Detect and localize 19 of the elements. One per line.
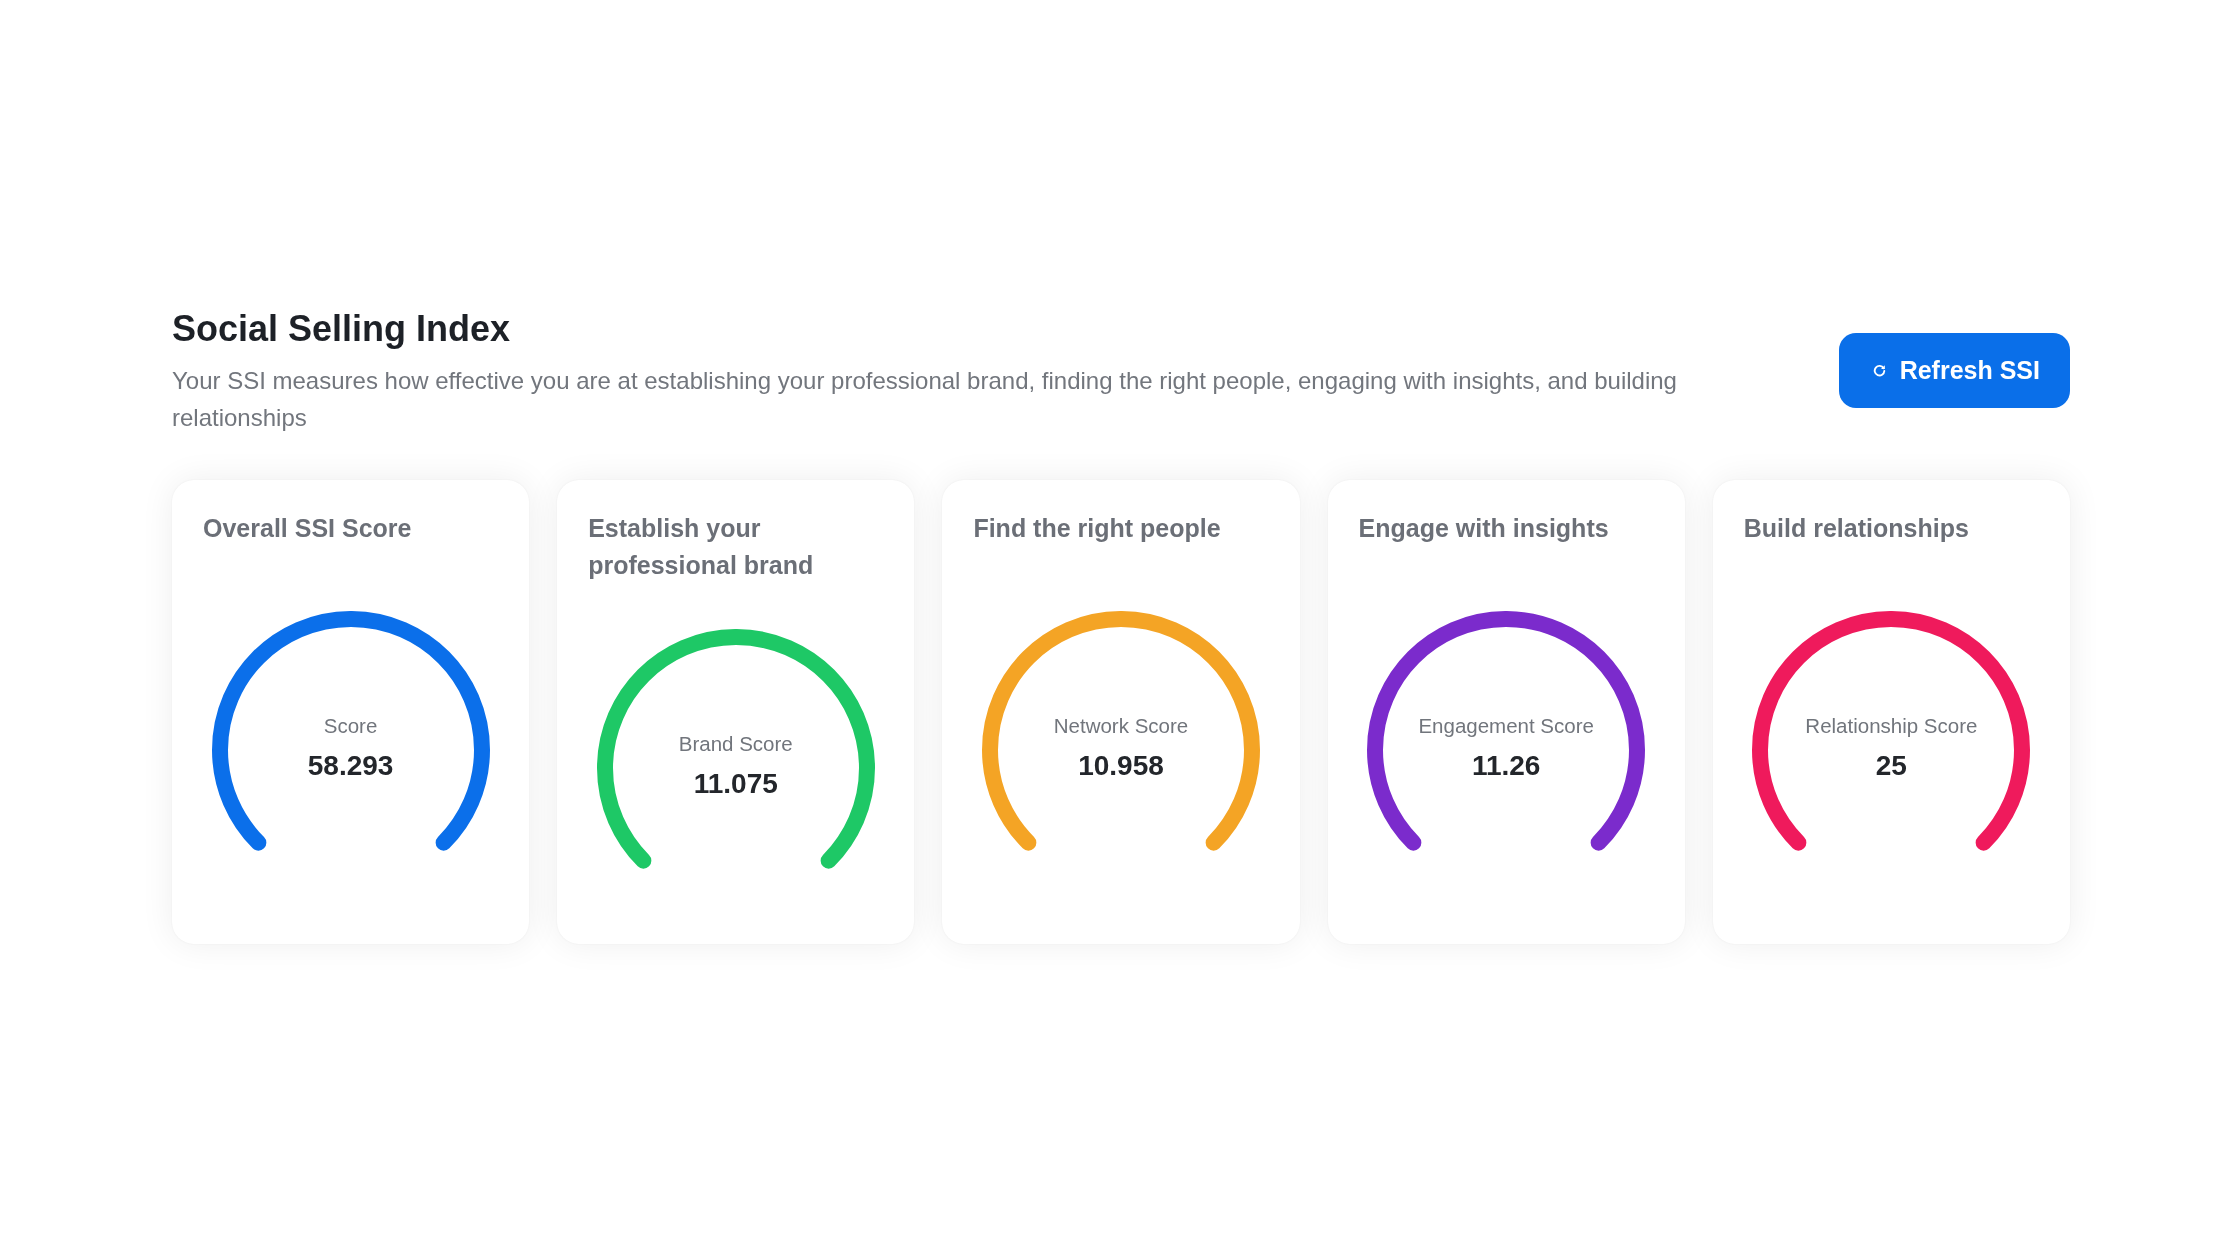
gauge-label: Engagement Score bbox=[1418, 712, 1594, 739]
card-title: Overall SSI Score bbox=[203, 513, 413, 544]
gauge-label: Relationship Score bbox=[1805, 712, 1978, 739]
page-title: Social Selling Index bbox=[172, 307, 512, 351]
refresh-icon bbox=[1872, 364, 1886, 377]
card-title: Find the right people bbox=[973, 513, 1222, 544]
page-description: Your SSI measures how effective you are at establishing your professional brand, finding the right people, engaging with insights, and building relationships bbox=[172, 366, 1678, 433]
score-value: 25 bbox=[1875, 748, 1907, 783]
score-value: 11.075 bbox=[693, 767, 778, 801]
score-value: 11.26 bbox=[1471, 748, 1541, 783]
refresh-button[interactable]: Refresh SSI bbox=[1838, 333, 2070, 408]
score-value: 10.958 bbox=[1078, 748, 1164, 783]
score-value: 58.293 bbox=[307, 748, 394, 783]
card-title: Establish your professional brand bbox=[588, 513, 815, 581]
gauge-label: Brand Score bbox=[678, 731, 793, 757]
gauge-label: Score bbox=[323, 712, 378, 739]
card-title: Engage with insights bbox=[1358, 513, 1610, 544]
gauge-label: Network Score bbox=[1053, 712, 1189, 739]
card-title: Build relationships bbox=[1743, 513, 1970, 544]
